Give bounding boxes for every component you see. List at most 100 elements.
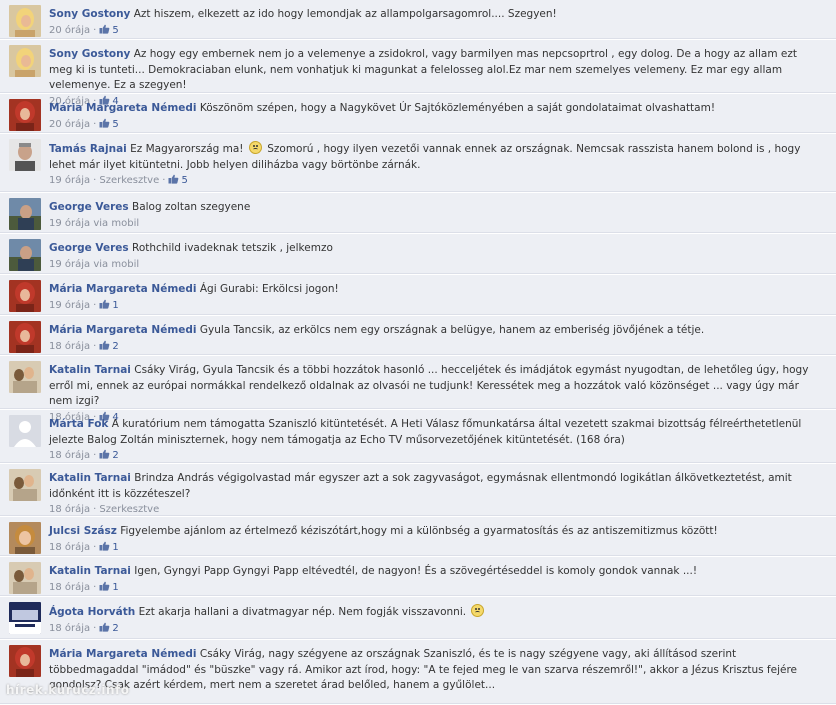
like-count[interactable]: 2 [99,622,119,634]
like-count[interactable]: 1 [99,581,119,593]
avatar[interactable] [9,415,41,447]
separator-dot: · [93,504,97,515]
divider [0,555,836,556]
comment-meta: 20 órája · 5 [49,24,822,38]
comment-text: Ezt akarja hallani a divatmagyar nép. Ne… [138,606,467,618]
via-mobile[interactable]: via mobil [93,218,139,229]
divider [0,703,836,704]
author-link[interactable]: Mária Margareta Némedi [49,324,197,336]
like-count[interactable]: 1 [99,299,119,311]
comment-time[interactable]: 18 órája [49,341,90,352]
like-count[interactable]: 5 [99,24,119,36]
like-count[interactable]: 1 [99,541,119,553]
comment-body: George Veres Rothchild ivadeknak tetszik… [49,241,822,272]
comment-time[interactable]: 18 órája [49,450,90,461]
author-link[interactable]: Tamás Rajnai [49,143,127,155]
comment-body: Katalin Tarnai Igen, Gyngyi Papp Gyngyi … [49,564,822,595]
comment-body: George Veres Balog zoltan szegyene 19 órá… [49,200,822,231]
avatar[interactable] [9,139,41,171]
divider [0,462,836,463]
author-link[interactable]: Sony Gostony [49,48,130,60]
comment-time[interactable]: 19 órája [49,218,90,229]
comment-body: Katalin Tarnai Brindza András végigolvas… [49,471,822,517]
like-count[interactable]: 5 [99,118,119,130]
comment-text: A kuratórium nem támogatta Szaniszló kit… [49,418,802,446]
comment-meta: 19 órája · Szerkesztve · 5 [49,174,822,188]
author-link[interactable]: Ágota Horváth [49,606,135,618]
comment-time[interactable]: 18 órája [49,623,90,634]
author-link[interactable]: Mária Margareta Némedi [49,648,197,660]
comment-meta: 19 órája · 1 [49,299,822,313]
via-mobile[interactable]: via mobil [93,259,139,270]
like-count[interactable]: 2 [99,340,119,352]
separator-dot: · [93,118,97,130]
like-count[interactable]: 2 [99,449,119,461]
author-link[interactable]: George Veres [49,242,129,254]
comment-text: Brindza András végigolvastad már egyszer… [49,472,792,500]
comment-time[interactable]: 19 órája [49,259,90,270]
comment-time[interactable]: 20 órája [49,119,90,130]
divider [0,92,836,93]
avatar[interactable] [9,198,41,230]
comment-item: Ágota Horváth Ezt akarja hallani a divat… [0,597,836,640]
comment-text: Ez Magyarország ma! [130,143,244,155]
avatar[interactable] [9,99,41,131]
author-link[interactable]: Sony Gostony [49,8,130,20]
divider [0,354,836,355]
avatar[interactable] [9,522,41,554]
comment-time[interactable]: 18 órája [49,542,90,553]
comment-meta: 20 órája · 5 [49,118,822,132]
edited-label[interactable]: Szerkesztve [99,504,159,515]
comment-body: Tamás Rajnai Ez Magyarország ma! Szomorú… [49,141,822,188]
thumbs-up-icon [99,118,112,130]
thumbs-up-icon [99,581,112,593]
author-link[interactable]: Julcsi Szász [49,525,117,537]
edited-label[interactable]: Szerkesztve [99,175,159,186]
comment-time[interactable]: 18 órája [49,582,90,593]
comment-time[interactable]: 18 órája [49,504,90,515]
comment-item: Mária Margareta Némedi Gyula Tancsik, az… [0,316,836,356]
comment-meta: 18 órája · 1 [49,541,822,555]
like-count[interactable]: 5 [168,174,188,186]
comment-time[interactable]: 19 órája [49,175,90,186]
author-link[interactable]: Mária Margareta Némedi [49,283,197,295]
avatar[interactable] [9,645,41,677]
comment-text: Ági Gurabi: Erkölcsi jogon! [199,283,339,295]
avatar[interactable] [9,469,41,501]
author-link[interactable]: Mária Margareta Némedi [49,102,197,114]
thumbs-up-icon [99,622,112,634]
avatar[interactable] [9,562,41,594]
comment-time[interactable]: 20 órája [49,25,90,36]
comment-body: Sony Gostony Azt hiszem, elkezett az ido… [49,7,822,38]
comment-body: Mária Margareta Némedi Gyula Tancsik, az… [49,323,822,354]
avatar[interactable] [9,321,41,353]
separator-dot: · [93,24,97,36]
avatar[interactable] [9,5,41,37]
separator-dot: · [93,581,97,593]
comment-item: Katalin Tarnai Igen, Gyngyi Papp Gyngyi … [0,557,836,597]
author-link[interactable]: George Veres [49,201,129,213]
author-link[interactable]: Katalin Tarnai [49,364,131,376]
frown-emoticon-icon [248,141,262,154]
comment-item: Márta Fok A kuratórium nem támogatta Sza… [0,410,836,464]
comment-text: Figyelembe ajánlom az értelmező kéziszót… [120,525,718,537]
divider [0,273,836,274]
divider [0,314,836,315]
author-link[interactable]: Márta Fok [49,418,108,430]
avatar[interactable] [9,45,41,77]
separator-dot: · [93,340,97,352]
comment-time[interactable]: 19 órája [49,300,90,311]
separator-dot: · [162,175,166,186]
avatar[interactable] [9,602,41,634]
author-link[interactable]: Katalin Tarnai [49,565,131,577]
avatar[interactable] [9,361,41,393]
avatar[interactable] [9,280,41,312]
comment-body: Mária Margareta Némedi Köszönöm szépen, … [49,101,822,132]
author-link[interactable]: Katalin Tarnai [49,472,131,484]
separator-dot: · [93,450,97,461]
divider [0,232,836,233]
comment-meta: 18 órája · 2 [49,449,822,463]
thumbs-up-icon [99,449,112,461]
avatar[interactable] [9,239,41,271]
watermark: hírek.kurucz.info [6,683,130,697]
